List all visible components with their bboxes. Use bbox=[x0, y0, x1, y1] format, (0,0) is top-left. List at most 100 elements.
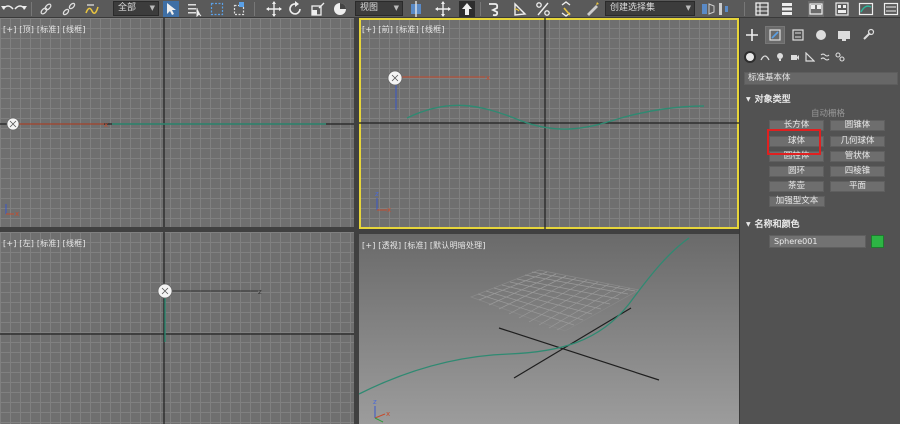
chevron-down-icon: ▼ bbox=[149, 4, 155, 12]
gizmo-y-label: z bbox=[258, 288, 262, 296]
curve-editor-icon[interactable] bbox=[858, 1, 874, 17]
tab-display[interactable] bbox=[834, 26, 854, 44]
subtab-systems[interactable] bbox=[834, 51, 846, 63]
tab-utilities[interactable] bbox=[858, 26, 878, 44]
name-and-color-rollout-header[interactable]: ▼ 名称和颜色 bbox=[746, 217, 800, 230]
schematic-view-icon[interactable] bbox=[883, 1, 899, 17]
cone-button[interactable]: 圆锥体 bbox=[830, 120, 885, 131]
window-crossing-icon[interactable] bbox=[232, 1, 248, 17]
tab-create[interactable] bbox=[742, 26, 762, 44]
viewport-left-scene: z bbox=[0, 232, 354, 424]
shapes-icon bbox=[760, 55, 770, 61]
angle-snap-icon[interactable] bbox=[512, 1, 528, 17]
toolbar-separator bbox=[254, 2, 255, 16]
subtab-lights[interactable] bbox=[774, 51, 786, 63]
pyramid-button[interactable]: 四棱锥 bbox=[830, 166, 885, 177]
command-panel: 标准基本体 ▼ 对象类型 自动栅格 长方体 圆锥体 球体 几何球体 圆柱体 管状体… bbox=[739, 18, 900, 424]
select-object-icon[interactable] bbox=[163, 1, 179, 17]
plane-button[interactable]: 平面 bbox=[830, 181, 885, 192]
spline-path bbox=[406, 104, 705, 130]
create-subcategory-tabs bbox=[740, 51, 900, 71]
world-axis-y bbox=[374, 417, 384, 423]
viewport-top[interactable]: x x [+] [顶] [标准] [线框] bbox=[0, 18, 354, 227]
mirror-icon[interactable] bbox=[700, 1, 716, 17]
primitive-category-dropdown[interactable]: 标准基本体 bbox=[744, 72, 898, 85]
camera-icon bbox=[791, 55, 799, 60]
subtab-shapes[interactable] bbox=[759, 51, 771, 63]
toolbar-separator bbox=[31, 2, 32, 16]
world-axis-z-label: z bbox=[375, 190, 379, 198]
geosphere-button[interactable]: 几何球体 bbox=[830, 136, 885, 147]
scale-icon[interactable] bbox=[310, 1, 326, 17]
unlink-icon[interactable] bbox=[61, 1, 77, 17]
object-type-rollout-header[interactable]: ▼ 对象类型 bbox=[746, 92, 791, 105]
chevron-down-icon: ▼ bbox=[393, 4, 399, 12]
reference-coordinate-value: 视图 bbox=[360, 3, 379, 13]
command-panel-tabs bbox=[740, 25, 900, 45]
move-icon[interactable] bbox=[266, 1, 282, 17]
world-axis-x-label: x bbox=[387, 206, 391, 214]
sphere-button-highlight-box bbox=[767, 129, 821, 155]
object-type-title: 对象类型 bbox=[754, 95, 791, 105]
viewport-perspective-label[interactable]: [+] [透视] [标准] [默认明暗处理] bbox=[362, 240, 486, 251]
collapse-triangle-icon: ▼ bbox=[746, 96, 751, 103]
viewport-left-label[interactable]: [+] [左] [标准] [线框] bbox=[3, 238, 86, 249]
link-icon[interactable] bbox=[38, 1, 54, 17]
tube-button[interactable]: 管状体 bbox=[830, 151, 885, 162]
named-selection-set-dropdown[interactable]: 创建选择集 ▼ bbox=[605, 1, 695, 16]
keyboard-shortcut-override-icon[interactable] bbox=[459, 1, 475, 17]
viewport-front[interactable]: x z x [+] [前] [标准] [线框] bbox=[359, 18, 739, 229]
toggle-ribbon-icon[interactable] bbox=[808, 1, 824, 17]
rectangular-selection-region-icon[interactable] bbox=[209, 1, 225, 17]
rotate-icon[interactable] bbox=[287, 1, 303, 17]
object-color-swatch[interactable] bbox=[871, 235, 884, 248]
selection-filter-value: 全部 bbox=[118, 3, 137, 13]
collapse-triangle-icon: ▼ bbox=[746, 221, 751, 228]
viewport-top-label[interactable]: [+] [顶] [标准] [线框] bbox=[3, 24, 86, 35]
tab-modify[interactable] bbox=[765, 26, 785, 44]
spinner-snap-icon[interactable] bbox=[558, 1, 574, 17]
layers-stack-icon[interactable] bbox=[779, 1, 795, 17]
viewport-front-label[interactable]: [+] [前] [标准] [线框] bbox=[362, 24, 445, 35]
snaps-toggle-icon[interactable] bbox=[487, 1, 503, 17]
viewport-perspective[interactable]: z x [+] [透视] [标准] [默认明暗处理] bbox=[359, 234, 739, 424]
edit-named-selection-icon[interactable] bbox=[584, 1, 600, 17]
toolbar-separator bbox=[480, 2, 481, 16]
teapot-button[interactable]: 茶壶 bbox=[769, 181, 824, 192]
world-axis-z-label: z bbox=[373, 398, 377, 406]
light-bulb-icon bbox=[777, 53, 783, 61]
subtab-cameras[interactable] bbox=[789, 51, 801, 63]
tab-hierarchy[interactable] bbox=[788, 26, 808, 44]
hierarchy-icon bbox=[792, 29, 804, 41]
subtab-space-warps[interactable] bbox=[819, 51, 831, 63]
percent-snap-icon[interactable] bbox=[535, 1, 551, 17]
align-icon[interactable] bbox=[716, 1, 732, 17]
select-and-manipulate-icon[interactable] bbox=[435, 1, 451, 17]
subtab-geometry[interactable] bbox=[744, 51, 756, 63]
bind-space-warp-icon[interactable] bbox=[84, 1, 100, 17]
subtab-helpers[interactable] bbox=[804, 51, 816, 63]
systems-icon bbox=[835, 52, 845, 62]
torus-button[interactable]: 圆环 bbox=[769, 166, 824, 177]
reference-coordinate-dropdown[interactable]: 视图 ▼ bbox=[355, 1, 403, 16]
tab-motion[interactable] bbox=[811, 26, 831, 44]
scene-explorer-icon[interactable] bbox=[834, 1, 850, 17]
name-and-color-title: 名称和颜色 bbox=[754, 220, 800, 230]
pivot-center-icon[interactable] bbox=[408, 1, 424, 17]
viewport-left[interactable]: z [+] [左] [标准] [线框] bbox=[0, 232, 354, 424]
text-plus-button[interactable]: 加强型文本 bbox=[769, 196, 825, 207]
auto-grid-checkbox[interactable]: 自动栅格 bbox=[778, 107, 878, 119]
sphere-icon bbox=[746, 53, 754, 61]
wrench-icon bbox=[863, 28, 875, 40]
layer-manager-icon[interactable] bbox=[754, 1, 770, 17]
select-by-name-icon[interactable] bbox=[186, 1, 202, 17]
place-icon[interactable] bbox=[332, 1, 348, 17]
perspective-grid bbox=[470, 269, 641, 332]
world-axis-x bbox=[374, 413, 386, 419]
modify-icon bbox=[769, 29, 781, 41]
object-name-field[interactable]: Sphere001 bbox=[769, 235, 866, 248]
selection-filter-dropdown[interactable]: 全部 ▼ bbox=[113, 1, 159, 16]
redo-icon[interactable] bbox=[12, 1, 28, 17]
named-selection-set-value: 创建选择集 bbox=[610, 3, 656, 13]
helper-icon bbox=[805, 52, 815, 62]
